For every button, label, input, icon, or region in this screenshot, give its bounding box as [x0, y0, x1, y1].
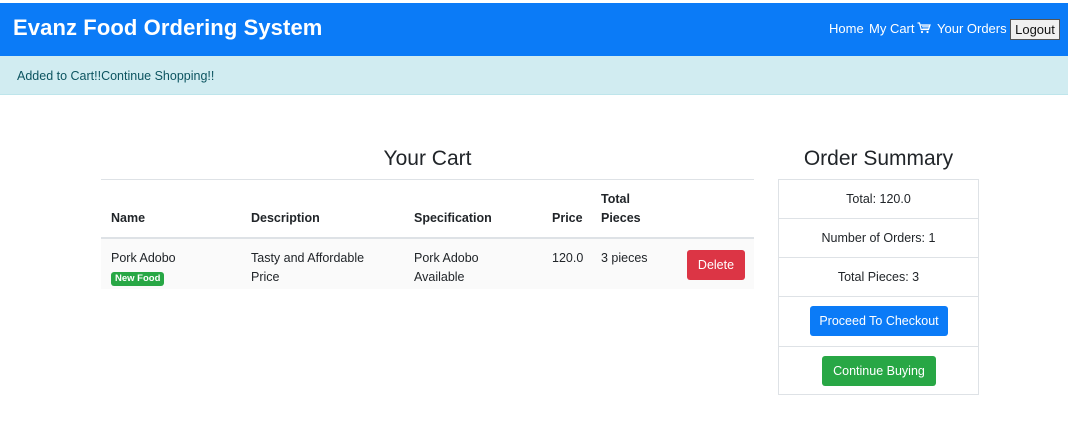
table-row: Pork Adobo New Food Tasty and Affordable… — [101, 239, 754, 289]
alert-message: Added to Cart!!Continue Shopping!! — [17, 69, 215, 83]
item-description: Tasty and Affordable Price — [251, 251, 365, 284]
logout-button[interactable]: Logout — [1010, 19, 1060, 40]
navbar: Evanz Food Ordering System Home My Cart … — [0, 3, 1068, 56]
proceed-to-checkout-button[interactable]: Proceed To Checkout — [810, 306, 948, 336]
cart-title: Your Cart — [383, 147, 472, 170]
summary-divider — [779, 257, 978, 258]
shopping-cart-icon — [917, 22, 931, 34]
order-summary-title: Order Summary — [803, 147, 954, 170]
cart-table: Name Description Specification Price Tot… — [101, 179, 754, 289]
nav-your-orders-link[interactable]: Your Orders — [937, 21, 1007, 36]
summary-divider — [779, 346, 978, 347]
column-header-price: Price — [552, 211, 583, 225]
nav-my-cart-label: My Cart — [869, 21, 915, 36]
cart-alert: Added to Cart!!Continue Shopping!! — [0, 56, 1068, 95]
summary-total-pieces: Total Pieces: 3 — [837, 270, 920, 284]
summary-total: Total: 120.0 — [846, 192, 911, 206]
table-header: Name Description Specification Price Tot… — [101, 180, 754, 239]
column-header-specification: Specification — [414, 211, 492, 225]
brand-title[interactable]: Evanz Food Ordering System — [13, 15, 322, 41]
item-pieces: 3 pieces — [601, 251, 648, 265]
order-summary-box: Total: 120.0 Number of Orders: 1 Total P… — [778, 179, 979, 395]
summary-number-of-orders: Number of Orders: 1 — [821, 231, 936, 245]
column-header-name: Name — [111, 211, 146, 225]
item-name-cell: Pork Adobo New Food — [111, 249, 176, 287]
item-specification: Pork Adobo Available — [414, 251, 479, 284]
summary-divider — [779, 218, 978, 219]
nav-my-cart-link[interactable]: My Cart — [869, 21, 931, 36]
column-header-total-pieces: Total Pieces — [601, 192, 641, 225]
item-price: 120.0 — [552, 251, 584, 265]
new-food-badge: New Food — [111, 272, 165, 286]
column-header-description: Description — [251, 211, 320, 225]
summary-divider — [779, 296, 978, 297]
continue-buying-button[interactable]: Continue Buying — [822, 356, 936, 386]
delete-button[interactable]: Delete — [687, 250, 745, 280]
nav-home-link[interactable]: Home — [829, 21, 864, 36]
item-name: Pork Adobo — [111, 251, 176, 265]
